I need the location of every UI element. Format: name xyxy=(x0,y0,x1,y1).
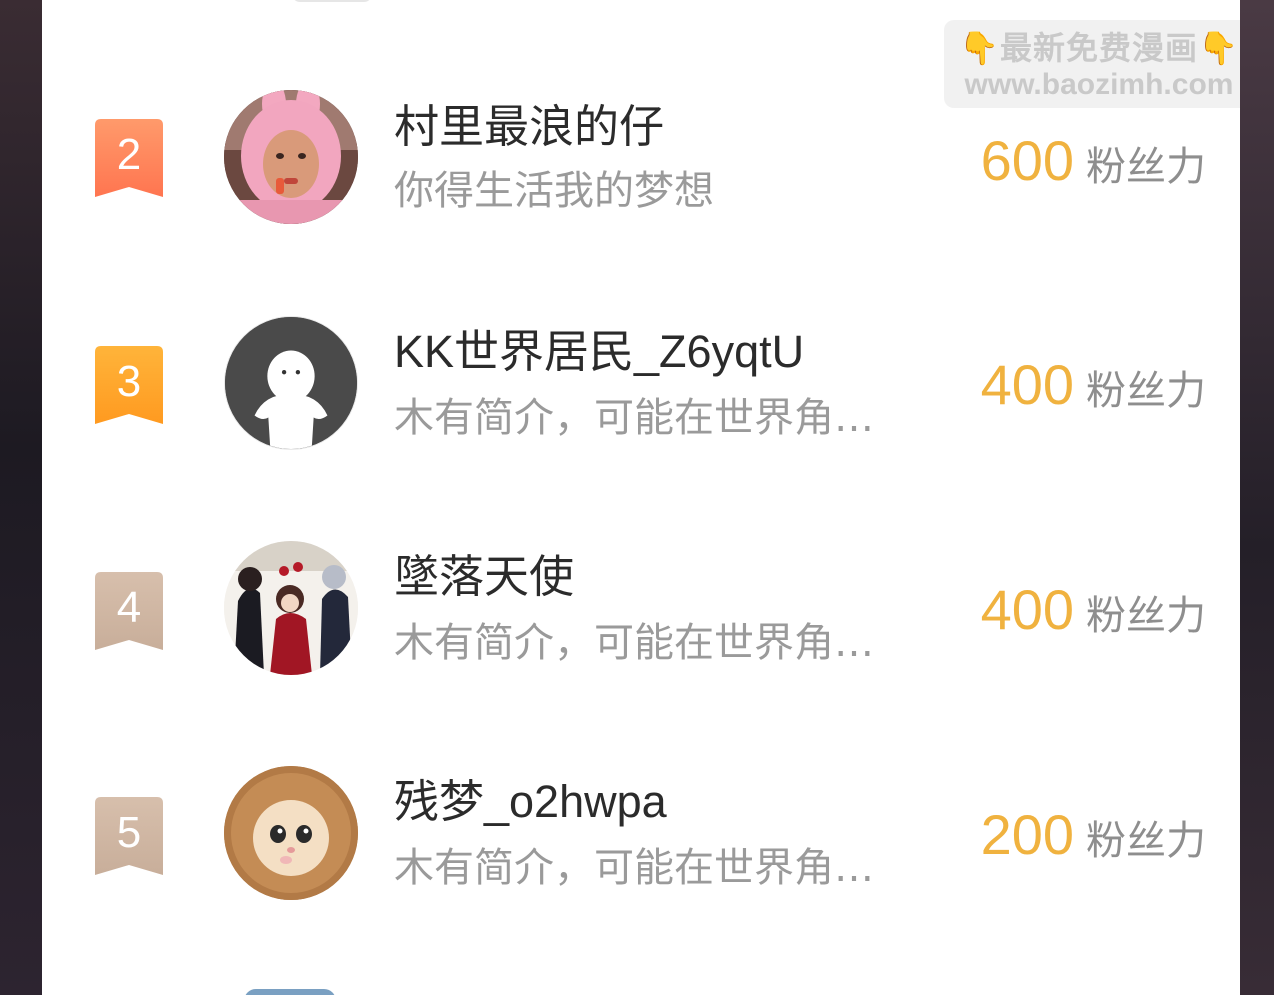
ranking-row[interactable]: 5 残梦_o2hwpa 木有简介，可能在世界角… 200 粉丝力 xyxy=(42,733,1240,933)
fan-power-score: 400 粉丝力 xyxy=(981,578,1206,648)
score-value: 400 xyxy=(980,353,1074,416)
rank-badge: 3 xyxy=(95,346,163,424)
pink-bunny-hat-photo xyxy=(224,90,358,224)
fan-power-score: 200 粉丝力 xyxy=(981,803,1206,873)
score-unit: 粉丝力 xyxy=(1086,368,1206,414)
score-unit: 粉丝力 xyxy=(1086,818,1206,864)
rank-number: 5 xyxy=(116,808,142,857)
user-name[interactable]: 墜落天使 xyxy=(394,550,574,604)
avatar[interactable] xyxy=(224,90,358,224)
background-right-edge xyxy=(1240,0,1274,995)
user-name[interactable]: 残梦_o2hwpa xyxy=(394,775,667,829)
score-value: 600 xyxy=(980,129,1074,192)
fan-power-score: 400 粉丝力 xyxy=(981,353,1206,423)
score-value: 200 xyxy=(980,803,1074,866)
rank-badge: 2 xyxy=(95,119,163,197)
anime-characters-illustration xyxy=(224,541,358,675)
rank-number: 4 xyxy=(116,583,142,632)
rank-badge: 5 xyxy=(95,797,163,875)
user-bio: 木有简介，可能在世界角… xyxy=(394,620,874,666)
pointing-down-icon: 👇 xyxy=(1198,29,1239,67)
previous-avatar-peek xyxy=(292,0,372,2)
score-unit: 粉丝力 xyxy=(1086,144,1206,190)
avatar[interactable] xyxy=(224,316,358,450)
fan-power-score: 600 粉丝力 xyxy=(981,129,1206,199)
user-bio: 你得生活我的梦想 xyxy=(394,168,714,214)
default-user-icon xyxy=(225,317,357,449)
user-name[interactable]: 村里最浪的仔 xyxy=(394,100,664,154)
rank-badge: 4 xyxy=(95,572,163,650)
avatar[interactable] xyxy=(224,766,358,900)
avatar[interactable] xyxy=(224,541,358,675)
watermark-text: 最新免费漫画 xyxy=(999,29,1198,67)
watermark-line1: 👇最新免费漫画👇 xyxy=(944,28,1240,68)
score-unit: 粉丝力 xyxy=(1086,593,1206,639)
user-bio: 木有简介，可能在世界角… xyxy=(394,395,874,441)
user-bio: 木有简介，可能在世界角… xyxy=(394,845,874,891)
next-avatar-peek xyxy=(244,989,336,995)
fan-ranking-panel: 2 村里最浪的仔 你得生活我的梦想 600 粉丝力 3 KK世界居民_Z6yqt… xyxy=(42,0,1240,995)
site-watermark: 👇最新免费漫画👇 www.baozimh.com xyxy=(944,20,1240,108)
kitten-in-bread-hat-photo xyxy=(224,766,358,900)
rank-number: 3 xyxy=(116,357,142,406)
ranking-row[interactable]: 3 KK世界居民_Z6yqtU 木有简介，可能在世界角… 400 粉丝力 xyxy=(42,283,1240,483)
ranking-row[interactable]: 4 墜落天使 木有简介，可能在世界角… 400 粉丝力 xyxy=(42,508,1240,708)
background-left-edge xyxy=(0,0,42,995)
watermark-url: www.baozimh.com xyxy=(964,68,1234,101)
score-value: 400 xyxy=(980,578,1074,641)
pointing-down-icon: 👇 xyxy=(959,29,1000,67)
user-name[interactable]: KK世界居民_Z6yqtU xyxy=(394,325,804,379)
rank-number: 2 xyxy=(116,130,142,179)
